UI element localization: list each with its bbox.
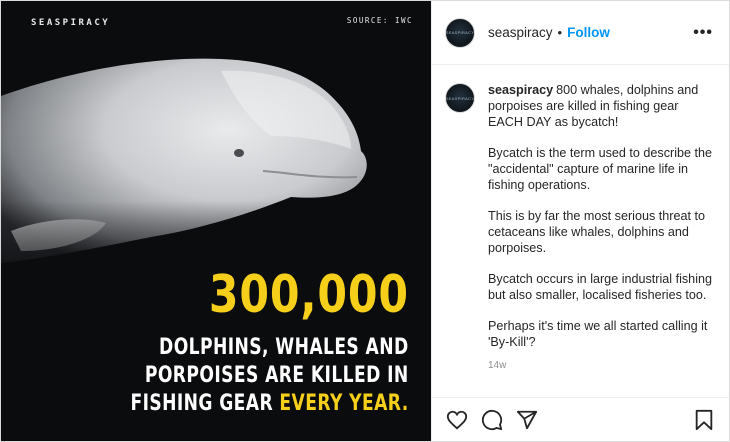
caption-paragraph-4: Bycatch occurs in large industrial fishi… (488, 272, 712, 302)
caption-paragraph-2: Bycatch is the term used to describe the… (488, 146, 713, 192)
bookmark-icon[interactable] (692, 408, 716, 432)
caption-paragraph-5: Perhaps it's time we all started calling… (488, 319, 708, 349)
post-timestamp[interactable]: 14w (488, 358, 713, 374)
caption-line-1: DOLPHINS, WHALES AND (159, 335, 409, 360)
caption-author[interactable]: seaspiracy (488, 83, 553, 97)
heart-icon[interactable] (445, 408, 469, 432)
caption-highlight: EVERY YEAR. (279, 391, 409, 416)
brand-logo-text: SEASPIRACY (31, 18, 111, 28)
post-image[interactable]: SEASPIRACY SOURCE: IWC 300,000 DOLPHINS,… (1, 1, 431, 441)
share-icon[interactable] (515, 408, 539, 432)
action-bar (432, 397, 729, 441)
caption-line-3-prefix: FISHING GEAR (130, 391, 280, 416)
caption-line-2: PORPOISES ARE KILLED IN (145, 363, 410, 388)
avatar[interactable]: SEASPIRACY (445, 17, 475, 48)
caption-paragraph-3: This is by far the most serious threat t… (488, 209, 705, 255)
post-caption: seaspiracy 800 whales, dolphins and porpo… (488, 82, 713, 397)
post-header: SEASPIRACY seaspiracy • Follow ••• (432, 1, 729, 65)
headline-number: 300,000 (209, 265, 409, 325)
caption-avatar-text: SEASPIRACY (445, 95, 475, 101)
caption-line-3: FISHING GEAR EVERY YEAR. (131, 390, 409, 418)
avatar-text: SEASPIRACY (445, 30, 475, 35)
separator-dot: • (557, 25, 563, 40)
headline-caption: DOLPHINS, WHALES AND PORPOISES ARE KILLE… (131, 334, 409, 418)
source-label: SOURCE: IWC (346, 16, 413, 25)
caption-paragraph-1: seaspiracy 800 whales, dolphins and porpo… (488, 82, 713, 130)
follow-button[interactable]: Follow (567, 25, 610, 40)
comment-icon[interactable] (480, 408, 504, 432)
post-sidebar: SEASPIRACY seaspiracy • Follow ••• SEASP… (431, 1, 729, 441)
caption-avatar[interactable]: SEASPIRACY (445, 83, 475, 113)
header-username[interactable]: seaspiracy (488, 25, 553, 40)
post-caption-area: SEASPIRACY seaspiracy 800 whales, dolphin… (432, 65, 729, 397)
instagram-post: SEASPIRACY SOURCE: IWC 300,000 DOLPHINS,… (0, 0, 730, 442)
more-options-icon[interactable]: ••• (693, 24, 713, 42)
